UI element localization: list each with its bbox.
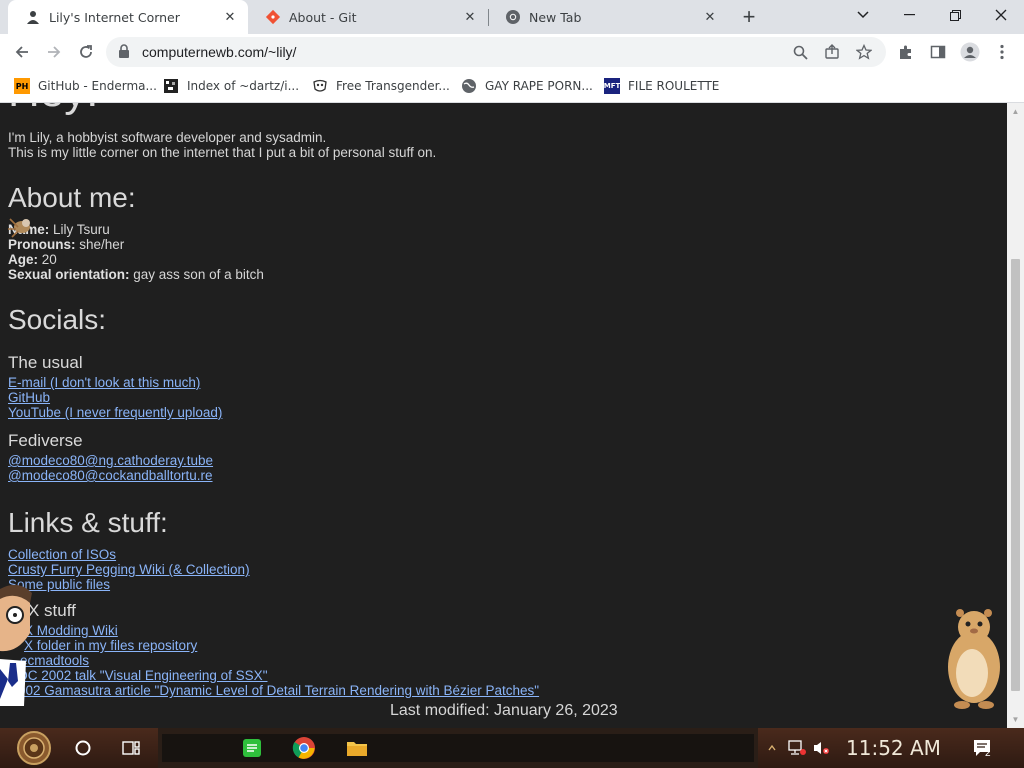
scroll-up-arrow-icon[interactable]: ▲ bbox=[1011, 107, 1020, 116]
star-icon[interactable] bbox=[854, 42, 874, 62]
close-tab-icon[interactable]: ✕ bbox=[702, 9, 718, 25]
close-window-button[interactable] bbox=[978, 0, 1024, 30]
the-usual-heading: The usual bbox=[8, 353, 83, 372]
tab-lilys-internet-corner[interactable]: Lily's Internet Corner ✕ bbox=[8, 0, 248, 34]
git-icon bbox=[265, 9, 281, 25]
links-heading: Links & stuff: bbox=[8, 507, 168, 538]
search-circle-icon[interactable] bbox=[68, 728, 98, 768]
about-key: Sexual orientation: bbox=[8, 267, 130, 282]
last-modified: Last modified: January 26, 2023 bbox=[390, 702, 618, 719]
chrome-taskbar-icon[interactable] bbox=[288, 728, 320, 768]
chrome-icon bbox=[505, 9, 521, 25]
scrollbar-thumb[interactable] bbox=[1011, 259, 1020, 691]
bookmark-label: Index of ~dartz/i... bbox=[187, 79, 300, 93]
share-icon[interactable] bbox=[822, 42, 842, 62]
tab-title: About - Git bbox=[289, 9, 357, 25]
restore-button[interactable] bbox=[932, 0, 978, 30]
back-button[interactable] bbox=[8, 38, 36, 66]
file-explorer-icon[interactable] bbox=[342, 728, 372, 768]
close-tab-icon[interactable]: ✕ bbox=[222, 9, 238, 25]
cartoon-man-sprite-icon bbox=[0, 581, 34, 711]
about-key: Age: bbox=[8, 252, 38, 267]
minimize-button[interactable] bbox=[886, 0, 932, 30]
bookmark-label: GAY RAPE PORN... bbox=[485, 79, 593, 93]
youtube-link[interactable]: YouTube (I never frequently upload) bbox=[8, 405, 222, 420]
bookmark-label: FILE ROULETTE bbox=[628, 79, 720, 93]
sticky-notes-icon[interactable] bbox=[238, 728, 266, 768]
address-bar[interactable]: computernewb.com/~lily/ bbox=[106, 37, 886, 67]
intro-line-2: This is my little corner on the internet… bbox=[8, 145, 437, 160]
url-text[interactable]: computernewb.com/~lily/ bbox=[142, 44, 296, 60]
pixel-art-icon bbox=[163, 78, 179, 94]
reload-button[interactable] bbox=[72, 38, 100, 66]
fediverse-heading: Fediverse bbox=[8, 431, 83, 450]
tab-about-git[interactable]: About - Git ✕ bbox=[248, 0, 488, 34]
gdc-talk-link[interactable]: DC 2002 talk "Visual Engineering of SSX" bbox=[18, 668, 267, 683]
notifications-icon[interactable]: 2 bbox=[970, 728, 996, 768]
globe-icon bbox=[461, 78, 477, 94]
page-viewport: Hey! I'm Lily, a hobbyist software devel… bbox=[0, 103, 1007, 728]
email-link[interactable]: E-mail (I don't look at this much) bbox=[8, 375, 200, 390]
bookmark-free-transgender[interactable]: Free Transgender... bbox=[312, 76, 450, 96]
ssx-modding-wiki-link[interactable]: X Modding Wiki bbox=[24, 623, 118, 638]
tab-search-button[interactable] bbox=[840, 0, 886, 30]
profile-avatar-icon[interactable] bbox=[960, 42, 980, 62]
notification-count: 2 bbox=[985, 748, 991, 759]
mft-icon: MFT bbox=[604, 78, 620, 94]
close-tab-icon[interactable]: ✕ bbox=[462, 9, 478, 25]
tab-strip: Lily's Internet Corner ✕ About - Git ✕ N… bbox=[0, 0, 1024, 34]
bookmark-label: GitHub - Enderma... bbox=[38, 79, 157, 93]
about-value: gay ass son of a bitch bbox=[129, 267, 264, 282]
search-icon[interactable] bbox=[790, 42, 810, 62]
bookmark-gay-rape-porn[interactable]: GAY RAPE PORN... bbox=[461, 76, 593, 96]
forward-button[interactable] bbox=[40, 38, 68, 66]
socials-heading: Socials: bbox=[8, 304, 107, 335]
taskbar: 11:52 AM 2 bbox=[0, 728, 1024, 768]
tray-chevron-icon[interactable] bbox=[764, 728, 780, 768]
tab-new-tab[interactable]: New Tab ✕ bbox=[488, 0, 728, 34]
about-age-row: Age: 20 bbox=[8, 252, 57, 267]
side-panel-icon[interactable] bbox=[928, 42, 948, 62]
mask-icon bbox=[312, 78, 328, 94]
start-button-gear-icon[interactable] bbox=[10, 728, 58, 768]
bookmark-github-enderman[interactable]: PH GitHub - Enderma... bbox=[14, 76, 157, 96]
network-icon[interactable] bbox=[786, 728, 808, 768]
fedi-link-cathoderay[interactable]: @modeco80@ng.cathoderay.tube bbox=[8, 453, 213, 468]
task-view-icon[interactable] bbox=[114, 728, 148, 768]
fedi-link-cbt[interactable]: @modeco80@cockandballtortu.re bbox=[8, 468, 213, 483]
about-value: 20 bbox=[38, 252, 57, 267]
tab-title: Lily's Internet Corner bbox=[49, 9, 180, 25]
bookmark-file-roulette[interactable]: MFT FILE ROULETTE bbox=[604, 76, 719, 96]
extensions-icon[interactable] bbox=[896, 42, 916, 62]
ph-icon: PH bbox=[14, 78, 30, 94]
volume-muted-icon[interactable] bbox=[810, 728, 832, 768]
user-icon bbox=[25, 9, 41, 25]
ssx-files-folder-link[interactable]: X folder in my files repository bbox=[24, 638, 197, 653]
browser-toolbar: computernewb.com/~lily/ bbox=[0, 34, 1024, 70]
bookmark-label: Free Transgender... bbox=[336, 79, 450, 93]
iso-collection-link[interactable]: Collection of ISOs bbox=[8, 547, 116, 562]
about-orientation-row: Sexual orientation: gay ass son of a bit… bbox=[8, 267, 264, 282]
intro-line-1: I'm Lily, a hobbyist software developer … bbox=[8, 130, 327, 145]
hamster-sprite-icon bbox=[938, 607, 1006, 716]
page-scrollbar[interactable]: ▲ ▼ bbox=[1007, 103, 1024, 728]
bookmarks-bar: PH GitHub - Enderma... Index of ~dartz/i… bbox=[0, 70, 1024, 103]
about-value: she/her bbox=[75, 237, 125, 252]
wiki-link[interactable]: Crusty Furry Pegging Wiki (& Collection) bbox=[8, 562, 250, 577]
small-bug-sprite-icon bbox=[6, 215, 36, 246]
about-heading: About me: bbox=[8, 182, 136, 213]
github-link[interactable]: GitHub bbox=[8, 390, 50, 405]
menu-kebab-icon[interactable] bbox=[992, 42, 1012, 62]
about-value: Lily Tsuru bbox=[49, 222, 110, 237]
gamasutra-article-link[interactable]: 002 Gamasutra article "Dynamic Level of … bbox=[18, 683, 539, 698]
lock-icon[interactable] bbox=[118, 44, 130, 64]
page-heading-partial: Hey! bbox=[8, 103, 98, 117]
new-tab-button[interactable]: + bbox=[737, 4, 761, 29]
taskbar-clock[interactable]: 11:52 AM bbox=[846, 736, 941, 760]
bookmark-index-of-dartz[interactable]: Index of ~dartz/i... bbox=[163, 76, 299, 96]
tab-title: New Tab bbox=[529, 9, 582, 25]
ssx-stuff-heading: X stuff bbox=[28, 601, 76, 620]
scroll-down-arrow-icon[interactable]: ▼ bbox=[1011, 715, 1020, 724]
